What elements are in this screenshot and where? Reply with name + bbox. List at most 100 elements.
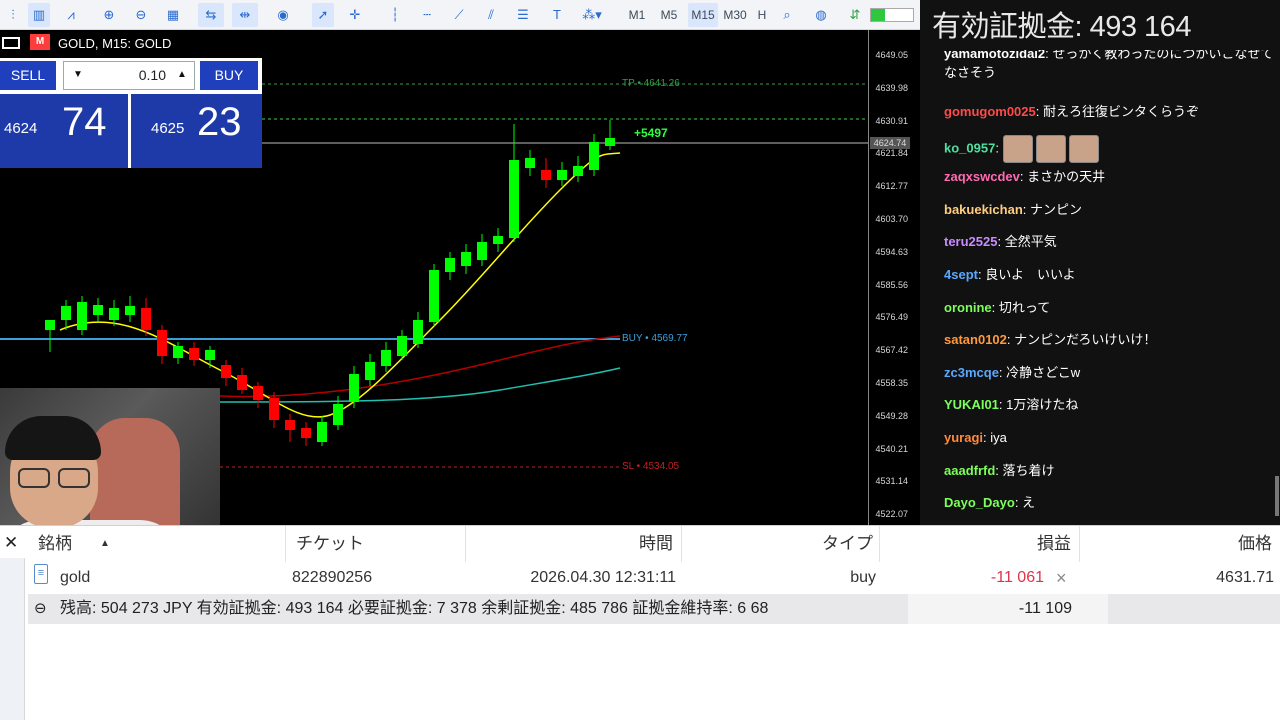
crosshair-icon[interactable]: ✛ <box>344 3 366 27</box>
broker-logo-icon: M <box>30 34 50 50</box>
header-price[interactable]: 価格 <box>1080 526 1280 562</box>
cell-time: 2026.04.30 12:31:11 <box>530 569 676 586</box>
chart-menu-icon[interactable] <box>2 37 20 49</box>
chat-username[interactable]: Dayo_Dayo <box>944 495 1015 510</box>
candle-body <box>93 305 103 315</box>
header-profit[interactable]: 損益 <box>880 526 1080 562</box>
chat-text: 落ち着け <box>1002 462 1055 478</box>
zoom-in-icon[interactable]: ⊕ <box>98 3 120 27</box>
channel-icon[interactable]: ⫽ <box>480 3 502 27</box>
chat-message: bakuekichan: ナンピン <box>944 201 1083 217</box>
price-axis-label: 4558.35 <box>875 378 908 388</box>
current-price-tag: 4624.74 <box>870 137 910 149</box>
ask-price-small: 4625 <box>151 120 185 137</box>
candlestick-icon[interactable]: ▥ <box>28 3 50 27</box>
chat-message: yuragi: iya <box>944 430 1007 445</box>
price-axis-label: 4603.70 <box>875 214 908 224</box>
chat-scrollbar[interactable] <box>1275 476 1279 516</box>
price-axis-label: 4621.84 <box>875 148 908 159</box>
chat-username[interactable]: YUKAI01 <box>944 397 999 412</box>
chat-username[interactable]: ko_0957 <box>944 140 995 155</box>
chat-username[interactable]: yuragi <box>944 430 983 445</box>
grid-icon[interactable]: ▦ <box>162 3 184 27</box>
chat-text: え <box>1022 495 1036 511</box>
collapse-icon[interactable]: ⊖ <box>34 594 47 624</box>
candle-body <box>301 428 311 438</box>
candle-body <box>237 375 247 390</box>
chat-username[interactable]: aaadfrfd <box>944 463 995 478</box>
chart-shift-icon[interactable]: ⇹ <box>232 3 258 27</box>
account-icon[interactable]: ◍ <box>810 3 832 27</box>
chat-text: ナンピン <box>1030 201 1083 217</box>
text-icon[interactable]: T <box>546 3 568 27</box>
ma-slow-line <box>219 367 621 403</box>
price-axis-label: 4576.49 <box>875 312 908 323</box>
candle-body <box>461 252 471 266</box>
vertical-line-icon[interactable]: ┆ <box>384 3 406 27</box>
sort-up-icon: ▲ <box>100 538 110 549</box>
summary-profit: -11 109 <box>1018 600 1072 617</box>
header-time[interactable]: 時間 <box>466 526 682 562</box>
ask-price[interactable]: 4625 23 <box>131 94 262 168</box>
close-position-icon[interactable]: × <box>1056 563 1067 593</box>
lot-increase-icon[interactable]: ▲ <box>172 61 192 88</box>
lot-decrease-icon[interactable]: ▼ <box>68 61 88 88</box>
candle-body <box>573 166 583 176</box>
fibonacci-icon[interactable]: ☰ <box>512 3 534 27</box>
chat-text: 良いよ いいよ <box>985 267 1076 282</box>
chat-text: 全然平気 <box>1004 234 1057 250</box>
header-ticket[interactable]: チケット <box>286 526 466 562</box>
chat-username[interactable]: zc3mcqe <box>944 365 999 380</box>
header-symbol[interactable]: 銘柄 ▲ <box>28 526 286 562</box>
trend-line-icon[interactable]: ⟋ <box>448 3 470 27</box>
buy-button[interactable]: BUY <box>200 61 258 90</box>
screenshot-icon[interactable]: ◉ <box>272 3 294 27</box>
line-chart-icon[interactable]: ⩘ <box>60 3 82 27</box>
chat-username[interactable]: oronine <box>944 300 992 315</box>
cursor-icon[interactable]: ➚ <box>312 3 334 27</box>
candle-body <box>349 374 359 402</box>
header-type[interactable]: タイプ <box>682 526 880 562</box>
bid-price[interactable]: 4624 74 <box>0 94 128 168</box>
chat-username[interactable]: bakuekichan <box>944 202 1023 217</box>
candle-body <box>381 350 391 366</box>
timeframe-m1[interactable]: M1 <box>624 3 650 27</box>
price-chart[interactable]: GOLD, M15: GOLD M SELL 0.10 ▼ ▲ BUY 4624… <box>0 30 920 525</box>
candle-body <box>365 362 375 380</box>
chat-username[interactable]: satan0102 <box>944 332 1007 347</box>
timeframe-h[interactable]: H <box>756 3 768 27</box>
close-panel-icon[interactable]: ✕ <box>4 533 18 553</box>
search-icon[interactable]: ⌕ <box>776 3 798 27</box>
one-click-trading-panel: SELL 0.10 ▼ ▲ BUY 4624 74 4625 23 <box>0 58 262 168</box>
zoom-out-icon[interactable]: ⊖ <box>130 3 152 27</box>
candle-body <box>445 258 455 272</box>
timeframe-m5[interactable]: M5 <box>656 3 682 27</box>
sell-button[interactable]: SELL <box>0 61 56 90</box>
bar-chart-icon[interactable]: ⫶ <box>2 3 24 27</box>
chat-username[interactable]: teru2525 <box>944 234 997 249</box>
buy-line-label: BUY • 4569.77 <box>622 333 688 344</box>
bid-price-big: 74 <box>62 100 107 144</box>
candle-body <box>157 330 167 356</box>
chat-username[interactable]: gomugom0025 <box>944 104 1036 119</box>
shapes-icon[interactable]: ⁂▾ <box>576 3 608 27</box>
emote-icon <box>1035 134 1066 163</box>
timeframe-m15[interactable]: M15 <box>688 3 718 27</box>
autoscroll-icon[interactable]: ⇆ <box>198 3 224 27</box>
chat-username[interactable]: 4sept <box>944 267 978 282</box>
candle-body <box>397 336 407 356</box>
chat-message: oronine: 切れって <box>944 299 1051 315</box>
bid-price-small: 4624 <box>4 120 38 137</box>
chat-text: iya <box>990 430 1007 445</box>
candle-body <box>109 308 119 320</box>
chat-username[interactable]: zaqxswcdev <box>944 169 1020 184</box>
chat-message: 4sept: 良いよ いいよ <box>944 267 1076 282</box>
price-axis-label: 4567.42 <box>875 345 908 356</box>
price-axis-label: 4522.07 <box>875 509 908 520</box>
chat-username[interactable]: yamamotozidai2 <box>944 50 1045 61</box>
timeframe-m30[interactable]: M30 <box>720 3 750 27</box>
profit-label: +5497 <box>634 126 668 140</box>
horizontal-line-icon[interactable]: ┄ <box>416 3 438 27</box>
candle-body <box>189 348 199 360</box>
algo-trading-icon[interactable]: ⇵ <box>844 3 866 27</box>
